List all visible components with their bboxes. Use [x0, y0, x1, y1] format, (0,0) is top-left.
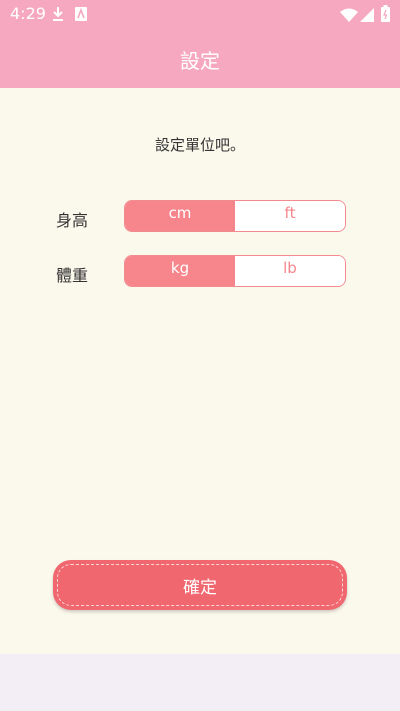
- status-bar: 4:29: [0, 0, 400, 30]
- signal-icon: [360, 7, 374, 26]
- weight-unit-toggle[interactable]: kg lb: [124, 255, 346, 287]
- wifi-icon: [340, 7, 358, 26]
- app-bar: 設定: [0, 30, 400, 88]
- sim-icon: [74, 6, 88, 26]
- settings-content: 設定單位吧。 身高 cm ft 體重 kg lb 確定: [0, 88, 400, 654]
- download-icon: [51, 6, 65, 26]
- height-option-cm[interactable]: cm: [125, 201, 235, 231]
- confirm-button[interactable]: 確定: [53, 560, 347, 610]
- page-title: 設定: [180, 48, 220, 73]
- bottom-area: [0, 654, 400, 711]
- height-unit-toggle[interactable]: cm ft: [124, 200, 346, 232]
- height-label: 身高: [56, 211, 89, 230]
- confirm-button-label: 確定: [183, 577, 217, 598]
- status-time: 4:29: [10, 4, 46, 23]
- battery-icon: [381, 5, 390, 26]
- weight-option-kg[interactable]: kg: [125, 256, 235, 286]
- height-option-ft[interactable]: ft: [235, 201, 345, 231]
- weight-option-lb[interactable]: lb: [235, 256, 345, 286]
- weight-label: 體重: [56, 266, 89, 285]
- prompt-text: 設定單位吧。: [154, 136, 245, 154]
